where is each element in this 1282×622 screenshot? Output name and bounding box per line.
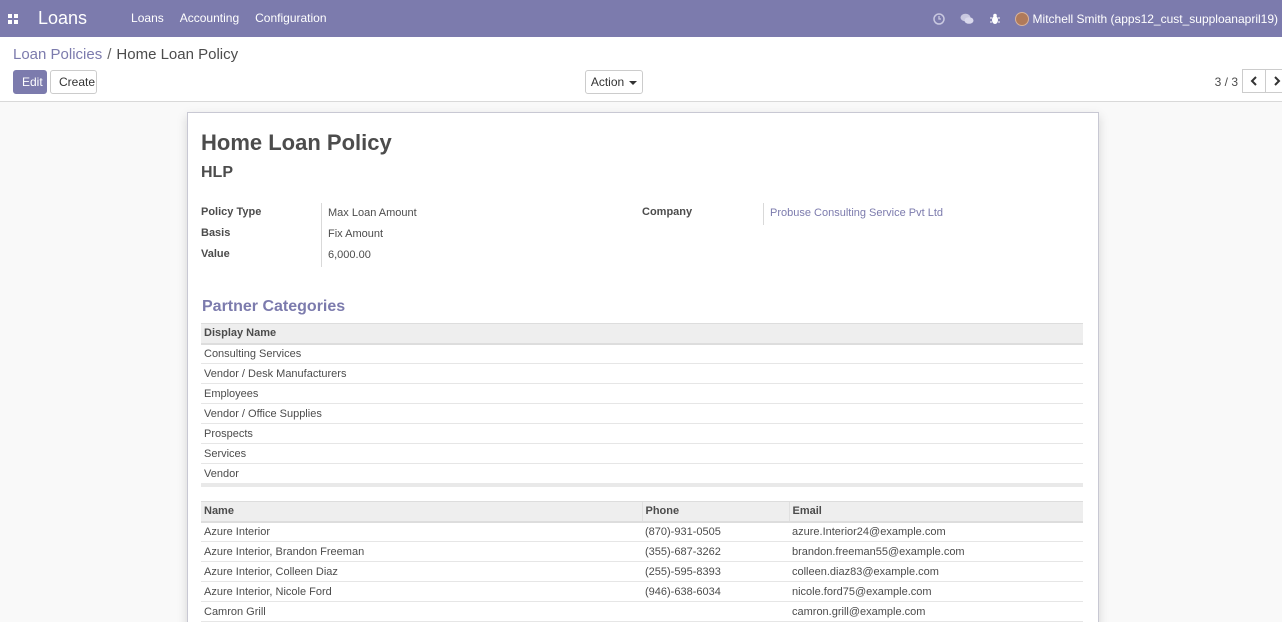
column-header-phone[interactable]: Phone [641, 501, 789, 523]
partner-email-cell: azure.Interior24@example.com [789, 521, 1083, 542]
breadcrumb-separator: / [107, 46, 112, 63]
avatar [1014, 11, 1029, 26]
column-header-name[interactable]: Name [201, 501, 642, 523]
form-sheet: Home Loan Policy HLP Policy Type Basis V… [187, 112, 1099, 622]
pager-previous-button[interactable] [1242, 69, 1266, 93]
company-link[interactable]: Probuse Consulting Service Pvt Ltd [770, 207, 943, 219]
user-name: Mitchell Smith (apps12_cust_supploanapri… [1032, 11, 1278, 26]
apps-icon[interactable] [0, 0, 26, 37]
partner-categories-table: Display Name Consulting Services Vendor … [201, 323, 1083, 484]
partner-phone-cell: (946)-638-6034 [642, 581, 789, 602]
basis-label: Basis [201, 227, 231, 239]
caret-down-icon [629, 80, 638, 85]
partner-phone-cell: (255)-595-8393 [642, 561, 789, 582]
top-navbar: Loans Loans Accounting Configuration Mit… [0, 0, 1282, 37]
table-row[interactable]: Services [201, 443, 1083, 464]
table-row[interactable]: Azure Interior, Nicole Ford (946)-638-60… [201, 581, 1083, 602]
record-title: Home Loan Policy [201, 130, 392, 155]
record-code: HLP [201, 164, 233, 181]
field-divider [321, 203, 322, 267]
user-menu[interactable]: Mitchell Smith (apps12_cust_supploanapri… [1009, 11, 1282, 26]
navbar-systray: Mitchell Smith (apps12_cust_supploanapri… [925, 0, 1282, 37]
partner-name-cell: Azure Interior, Brandon Freeman [201, 541, 642, 562]
bug-icon[interactable] [981, 0, 1009, 37]
menu-item-accounting[interactable]: Accounting [172, 0, 247, 37]
partner-email-cell: nicole.ford75@example.com [789, 581, 1083, 602]
breadcrumb-loan-policies[interactable]: Loan Policies [13, 46, 102, 63]
partner-name-cell: Azure Interior [201, 521, 642, 542]
partner-email-cell: colleen.diaz83@example.com [789, 561, 1083, 582]
breadcrumb: Loan Policies / Home Loan Policy [13, 46, 238, 63]
policy-type-label: Policy Type [201, 206, 262, 218]
category-cell: Consulting Services [201, 343, 1083, 364]
action-label: Action [590, 75, 625, 89]
table-row[interactable]: Vendor [201, 463, 1083, 484]
chevron-left-icon [1250, 76, 1257, 86]
table-row[interactable]: Vendor / Office Supplies [201, 403, 1083, 424]
table-row[interactable]: Consulting Services [201, 343, 1083, 364]
partner-name-cell: Camron Grill [201, 601, 642, 622]
company-divider [763, 203, 764, 225]
table-row[interactable]: Prospects [201, 423, 1083, 444]
value-label: Value [201, 248, 230, 260]
column-header-display-name[interactable]: Display Name [201, 323, 1083, 345]
partner-email-cell: brandon.freeman55@example.com [789, 541, 1083, 562]
partner-email-cell: camron.grill@example.com [789, 601, 1083, 622]
chevron-right-icon [1274, 76, 1281, 86]
breadcrumb-current: Home Loan Policy [116, 46, 239, 63]
menu-item-configuration[interactable]: Configuration [247, 0, 334, 37]
table-row[interactable]: Employees [201, 383, 1083, 404]
column-header-email[interactable]: Email [788, 501, 1083, 523]
table-row[interactable]: Azure Interior, Colleen Diaz (255)-595-8… [201, 561, 1083, 582]
app-brand[interactable]: Loans [38, 8, 87, 29]
create-button[interactable]: Create [50, 70, 97, 94]
category-cell: Services [201, 443, 1083, 464]
partners-table: Name Phone Email Azure Interior (870)-93… [201, 501, 1083, 622]
control-panel: Loan Policies / Home Loan Policy Edit Crea… [0, 37, 1282, 102]
table-row[interactable]: Azure Interior (870)-931-0505 azure.Inte… [201, 521, 1083, 542]
edit-button[interactable]: Edit [13, 70, 47, 94]
category-cell: Vendor [201, 463, 1083, 484]
menu-item-loans[interactable]: Loans [123, 0, 172, 37]
table-row[interactable]: Vendor / Desk Manufacturers [201, 363, 1083, 384]
category-cell: Prospects [201, 423, 1083, 444]
value-field[interactable]: 6,000.00 [328, 249, 371, 261]
company-label: Company [642, 206, 693, 218]
clock-icon[interactable] [925, 0, 953, 37]
partner-phone-cell: (870)-931-0505 [642, 521, 789, 542]
pager-value[interactable]: 3 / 3 [1215, 75, 1238, 89]
main-menu: Loans Accounting Configuration [123, 0, 334, 37]
partner-categories-title: Partner Categories [202, 298, 346, 315]
chat-icon[interactable] [953, 0, 981, 37]
table-row[interactable]: Camron Grill camron.grill@example.com [201, 601, 1083, 622]
basis-value[interactable]: Fix Amount [328, 228, 383, 240]
category-cell: Vendor / Office Supplies [201, 403, 1083, 424]
category-cell: Employees [201, 383, 1083, 404]
pager-next-button[interactable] [1265, 69, 1282, 93]
partner-name-cell: Azure Interior, Colleen Diaz [201, 561, 642, 582]
policy-type-value[interactable]: Max Loan Amount [328, 207, 417, 219]
partner-phone-cell [642, 601, 789, 622]
category-cell: Vendor / Desk Manufacturers [201, 363, 1083, 384]
partner-name-cell: Azure Interior, Nicole Ford [201, 581, 642, 602]
action-dropdown[interactable]: Action [585, 70, 643, 94]
table-row[interactable]: Azure Interior, Brandon Freeman (355)-68… [201, 541, 1083, 562]
partner-phone-cell: (355)-687-3262 [642, 541, 789, 562]
table-footer [201, 483, 1083, 487]
